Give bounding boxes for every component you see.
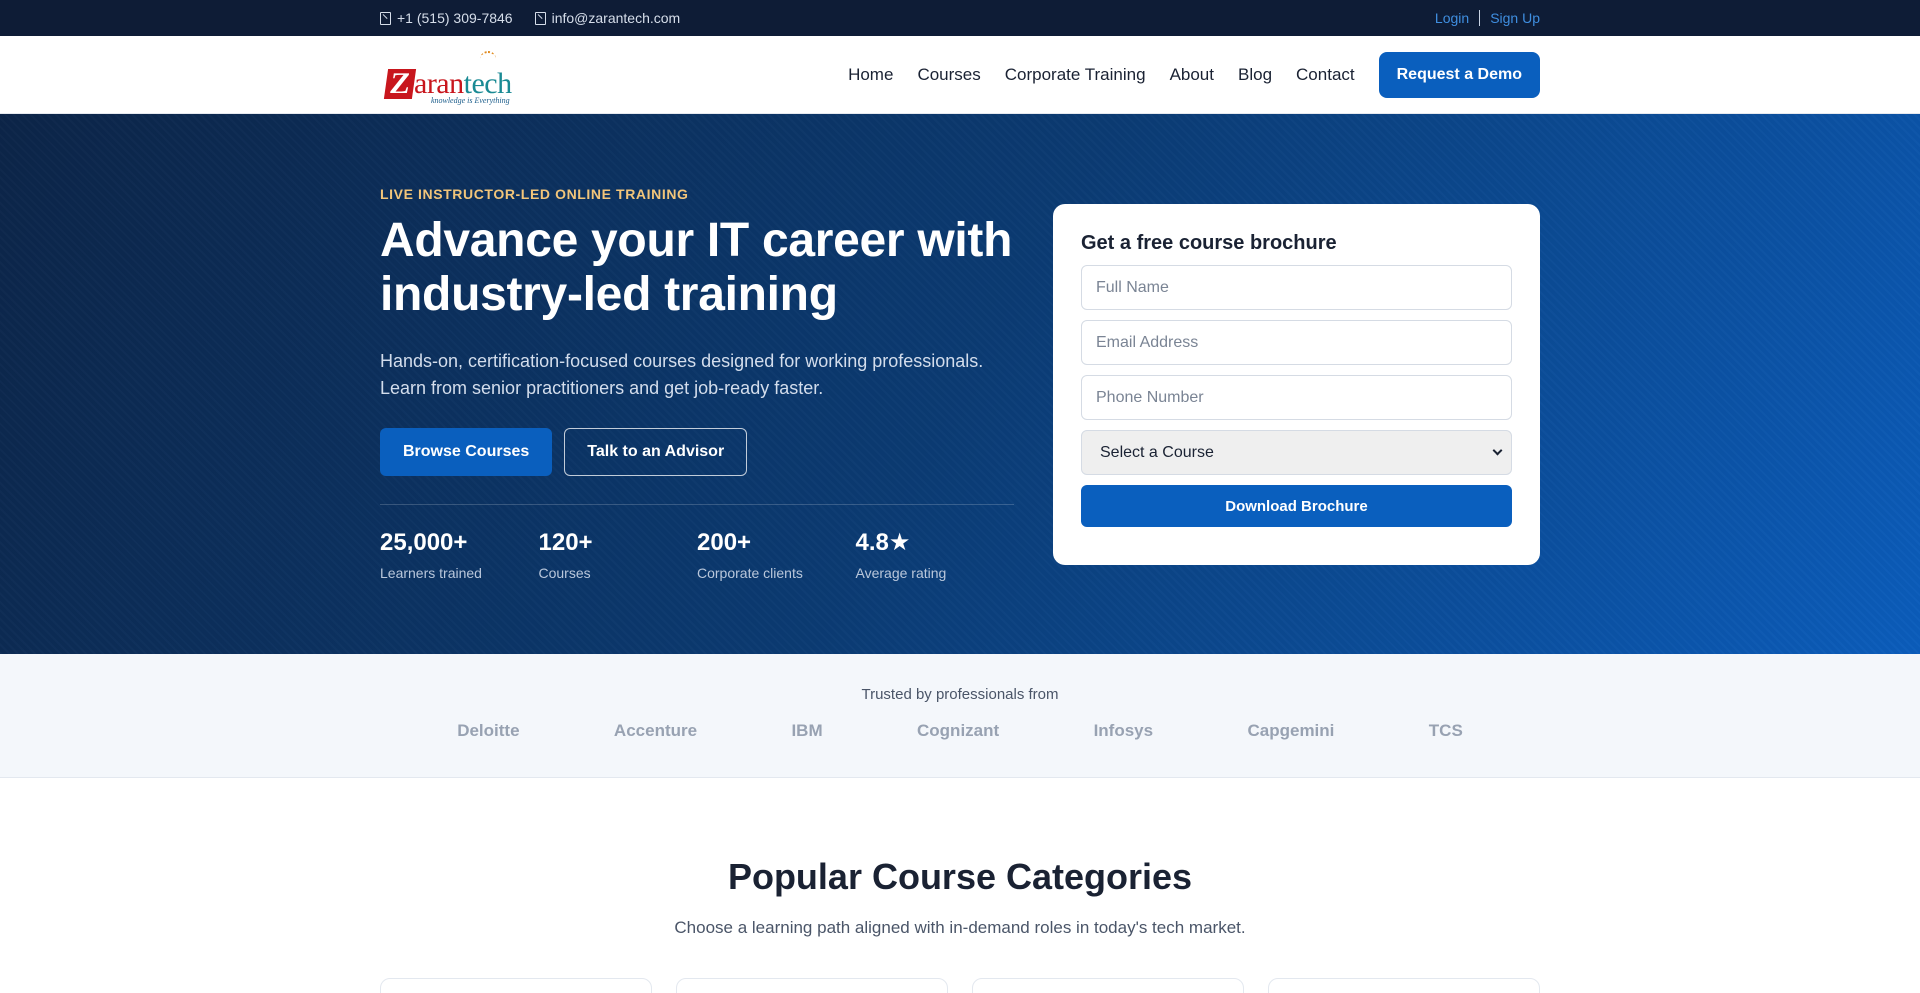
trusted-title: Trusted by professionals from [861,686,1059,703]
stat-label: Average rating [855,565,947,581]
stat-value: 4.8★ [855,529,911,556]
course-categories-section: Popular Course Categories Choose a learn… [0,778,1920,993]
course-select[interactable]: Select a Course [1081,430,1512,475]
hero-divider [380,504,1014,505]
category-card[interactable] [380,978,652,993]
company-logo-infosys: Infosys [1093,721,1154,740]
logo-wordmark: arantech [414,69,512,99]
logo-tagline: knowledge is Everything [430,96,510,105]
hero-title: Advance your IT career with industry-led… [380,214,1013,321]
company-logo-capgemini: Capgemini [1247,721,1335,740]
course-select-value: Select a Course [1100,443,1214,461]
talk-to-advisor-button[interactable]: Talk to an Advisor [564,428,748,476]
trusted-section: Trusted by professionals from Deloitte A… [0,654,1920,778]
company-logo-deloitte: Deloitte [457,721,520,740]
stat-rating: 4.8★ Average rating [856,529,1015,581]
logo-sun-icon [480,51,496,59]
company-logos: Deloitte Accenture IBM Cognizant Infosys… [410,721,1510,741]
request-demo-button[interactable]: Request a Demo [1378,52,1540,98]
stat-value: 25,000+ [380,529,468,556]
hero-subtitle: Hands-on, certification-focused courses … [380,351,984,398]
section-title: Popular Course Categories [727,856,1193,897]
category-card[interactable] [972,978,1244,993]
nav-corporate-training[interactable]: Corporate Training [1005,65,1146,85]
phone-link[interactable]: +1 (515) 309-7846 [380,10,513,26]
zarantech-logo[interactable]: Z arantech knowledge is Everything [380,51,512,105]
nav-courses[interactable]: Courses [917,65,980,85]
phone-number: +1 (515) 309-7846 [397,10,513,26]
main-nav: Home Courses Corporate Training About Bl… [848,52,1540,98]
stat-learners: 25,000+ Learners trained [380,529,539,581]
company-logo-cognizant: Cognizant [917,721,1000,740]
phone-icon [380,11,391,25]
email-address: info@zarantech.com [551,10,681,26]
hero-eyebrow: LIVE INSTRUCTOR-LED ONLINE TRAINING [380,186,689,202]
company-logo-accenture: Accenture [613,721,698,740]
hero-section: LIVE INSTRUCTOR-LED ONLINE TRAINING Adva… [0,114,1920,654]
email-field[interactable]: Email Address [1081,320,1512,365]
site-header: Z arantech knowledge is Everything Home … [0,36,1920,114]
browse-courses-button[interactable]: Browse Courses [380,428,553,476]
stat-clients: 200+ Corporate clients [697,529,856,581]
hero-buttons: Browse Courses Talk to an Advisor [380,428,1014,476]
company-logo-ibm: IBM [791,721,823,740]
nav-contact[interactable]: Contact [1296,65,1355,85]
form-title: Get a free course brochure [1081,232,1337,254]
nav-about[interactable]: About [1170,65,1214,85]
hero-content: LIVE INSTRUCTOR-LED ONLINE TRAINING Adva… [380,186,1014,581]
download-brochure-button[interactable]: Download Brochure [1081,485,1512,527]
category-card[interactable] [676,978,948,993]
stat-label: Corporate clients [697,565,803,581]
chevron-down-icon [1492,445,1503,456]
brochure-form-card: Get a free course brochure Full Name Ema… [1053,204,1540,565]
signup-link[interactable]: Sign Up [1490,10,1540,26]
stat-label: Learners trained [380,565,482,581]
login-link[interactable]: Login [1435,10,1469,26]
nav-blog[interactable]: Blog [1238,65,1272,85]
stat-value: 120+ [538,529,593,556]
stat-courses: 120+ Courses [539,529,698,581]
stat-label: Courses [538,565,591,581]
phone-field[interactable]: Phone Number [1081,375,1512,420]
category-cards [380,978,1540,993]
hero-stats: 25,000+ Learners trained 120+ Courses 20… [380,529,1014,581]
logo-z: Z [383,67,417,100]
mail-icon [534,11,546,25]
top-bar: +1 (515) 309-7846 info@zarantech.com Log… [0,0,1920,36]
stat-value: 200+ [697,529,752,556]
divider [1479,10,1481,26]
category-card[interactable] [1268,978,1540,993]
email-link[interactable]: info@zarantech.com [534,10,681,26]
nav-home[interactable]: Home [848,65,893,85]
company-logo-tcs: TCS [1428,721,1463,740]
section-subtitle: Choose a learning path aligned with in-d… [674,918,1246,937]
full-name-field[interactable]: Full Name [1081,265,1512,310]
